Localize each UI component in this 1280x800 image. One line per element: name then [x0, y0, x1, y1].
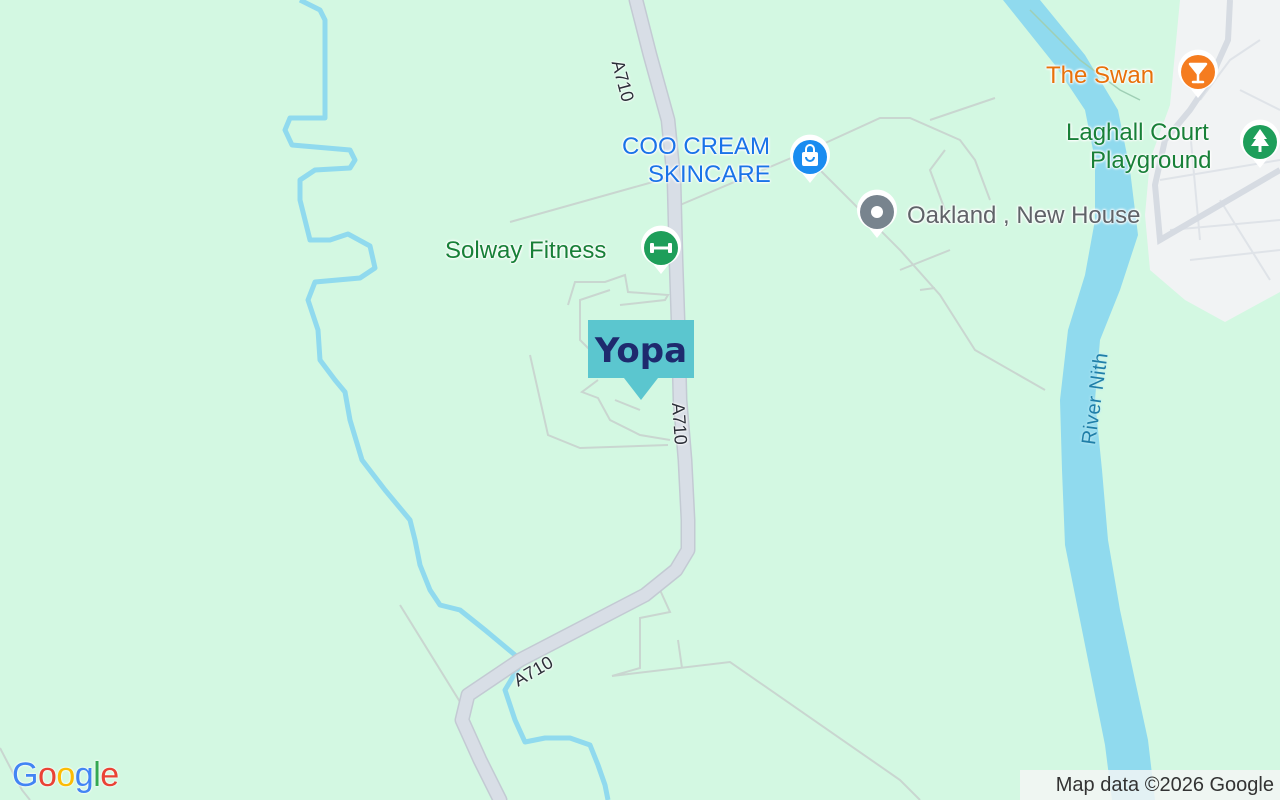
google-logo-letter: G [12, 756, 38, 794]
poi-label-oakland[interactable]: Oakland , New House [907, 202, 1140, 230]
google-logo-letter: e [100, 756, 119, 794]
poi-label-laghall-line2[interactable]: Playground [1090, 147, 1211, 175]
poi-label-laghall-line1[interactable]: Laghall Court [1066, 119, 1209, 147]
google-logo-letter: o [37, 756, 57, 794]
poi-pin-laghall[interactable] [1236, 118, 1280, 172]
yopa-marker[interactable]: Yopa [588, 320, 694, 402]
poi-pin-oakland[interactable] [853, 188, 901, 242]
map-attribution[interactable]: Map data ©2026 Google [1019, 770, 1280, 800]
poi-pin-solway-fitness[interactable] [637, 224, 685, 278]
yopa-logo-text: Yopa [594, 331, 687, 371]
poi-label-coo-cream-line2[interactable]: SKINCARE [648, 161, 771, 189]
dot-icon [871, 206, 883, 218]
poi-label-solway-fitness[interactable]: Solway Fitness [445, 237, 606, 265]
google-logo-letter: g [74, 756, 94, 794]
google-logo-letter: o [56, 756, 75, 794]
road-label-a710-middle: A710 [668, 402, 691, 446]
poi-pin-coo-cream[interactable] [786, 133, 834, 187]
poi-pin-the-swan[interactable] [1174, 48, 1222, 102]
poi-label-the-swan[interactable]: The Swan [1046, 62, 1154, 90]
poi-label-coo-cream-line1[interactable]: COO CREAM [622, 133, 770, 161]
google-logo[interactable]: Google [12, 756, 119, 795]
